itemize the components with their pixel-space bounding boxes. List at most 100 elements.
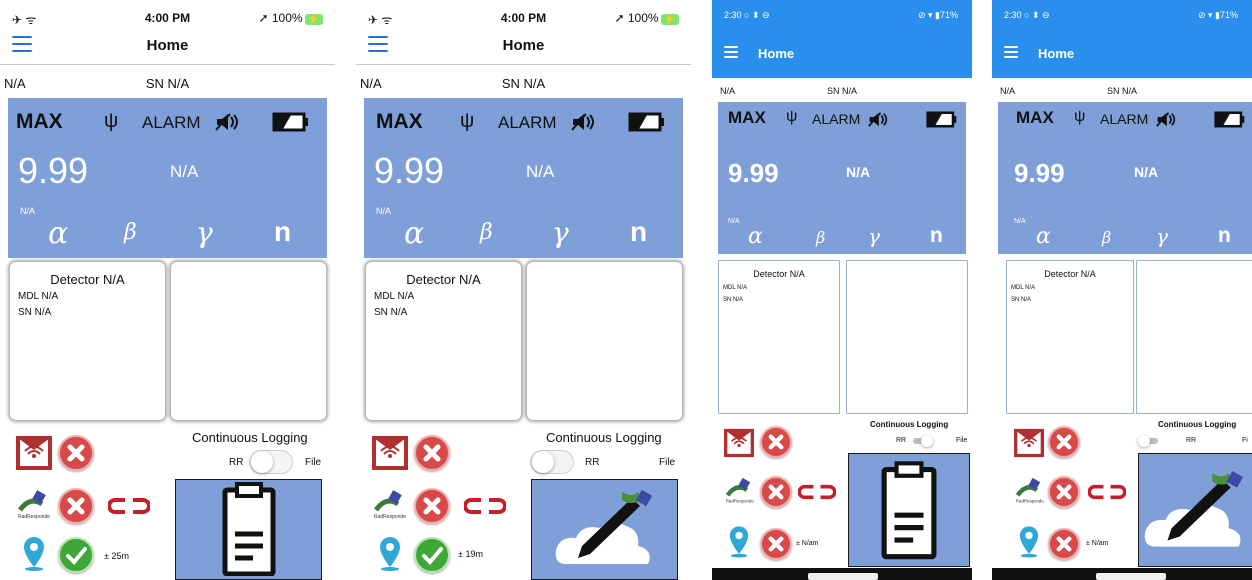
rate-label: N/A [20,206,36,216]
gps-accuracy: ± N/am [1086,540,1109,547]
wifi-pin-icon[interactable] [372,436,408,470]
alarm-label: ALARM [498,113,557,132]
alpha-button[interactable]: α [48,216,68,251]
action-button[interactable] [531,479,678,580]
wifi-pin-icon[interactable] [1014,428,1044,458]
alpha-button[interactable]: α [1036,224,1051,249]
neutron-button[interactable]: n [274,216,291,248]
action-button[interactable] [1138,453,1252,567]
detector-mdl: MDL N/A [18,291,59,302]
detector-card-empty[interactable] [527,262,682,420]
beta-button[interactable]: β [480,220,493,245]
error-icon-3[interactable] [1048,528,1080,560]
neutron-button[interactable]: n [630,216,647,248]
location-pin-icon[interactable] [378,535,402,571]
gps-accuracy: ± 25m [104,551,129,561]
neutron-button[interactable]: n [1218,224,1231,248]
alarm-label: ALARM [812,111,861,127]
neutron-button[interactable]: n [930,224,943,248]
error-icon[interactable] [760,426,792,458]
readings-panel[interactable]: MAX ψ ALARM 9.99 N/A N/A α β γ n [8,98,327,258]
error-icon-2[interactable] [1048,476,1080,508]
detector-title: Detector N/A [406,272,481,287]
svg-text:RadResponder: RadResponder [374,514,406,520]
logging-toggle[interactable] [913,435,933,447]
link-icon [108,498,150,514]
menu-icon[interactable] [724,46,738,62]
device-serial: SN N/A [826,86,857,96]
app-bar: 2:30 ○ ⬍ ⊖ ⊘ ▾ ▮71% Home [712,0,972,78]
menu-icon[interactable] [1004,46,1018,62]
readings-panel[interactable]: MAX ψ ALARM 9.99 N/A N/A α β γ n [718,102,966,254]
battery-charging-icon: ⚡ [304,14,323,25]
dose-reading: 9.99 [1014,158,1065,188]
detector-card[interactable]: Detector N/A MDL N/A SN N/A [718,260,840,414]
action-button[interactable] [175,479,322,580]
toggle-left-label: RR [585,457,600,468]
gamma-button[interactable]: γ [868,224,880,248]
speaker-mute-icon[interactable] [1156,111,1176,128]
cloud-pencil-icon [555,489,653,564]
gps-accuracy: ± 19m [458,549,483,559]
speaker-mute-icon[interactable] [571,112,595,132]
max-label: MAX [728,108,766,127]
satellite-icon[interactable]: RadResponder [372,488,406,520]
beta-button[interactable]: β [1102,228,1111,247]
logging-toggle[interactable] [249,450,293,474]
satellite-icon[interactable]: RadResponder [724,476,754,504]
alpha-button[interactable]: α [404,216,424,251]
detector-sn: SN N/A [723,297,744,303]
logging-toggle[interactable] [530,450,574,474]
error-icon[interactable] [58,435,94,471]
detector-title: Detector N/A [753,269,805,279]
speaker-mute-icon[interactable] [868,111,888,128]
detector-card-empty[interactable] [171,262,326,420]
error-icon-2[interactable] [58,488,94,524]
detector-title: Detector N/A [1044,269,1096,279]
beta-button[interactable]: β [816,228,825,247]
detector-sn: SN N/A [374,307,408,318]
alarm-label: ALARM [1100,111,1149,127]
readings-panel[interactable]: MAX ψ ALARM 9.99 N/A N/A α β γ n [998,102,1252,254]
satellite-icon[interactable]: RadResponder [1014,476,1044,504]
link-icon [798,484,836,500]
detector-card[interactable]: Detector N/A MDL N/A SN N/A [366,262,521,420]
detector-card-empty[interactable] [1136,260,1252,414]
gamma-button[interactable]: γ [196,216,213,249]
detector-card[interactable]: Detector N/A MDL N/A SN N/A [1006,260,1134,414]
beta-button[interactable]: β [124,220,137,245]
device-serial: SN N/A [145,76,190,91]
page-title: Home [1038,46,1075,61]
readings-panel[interactable]: MAX ψ ALARM 9.99 N/A N/A α β γ n [364,98,683,258]
detector-card[interactable]: Detector N/A MDL N/A SN N/A [10,262,165,420]
svg-text:RadResponder: RadResponder [1016,498,1044,503]
wifi-pin-icon[interactable] [724,428,754,458]
error-icon[interactable] [1048,426,1080,458]
location-pin-icon[interactable] [728,524,750,558]
detector-card-empty[interactable] [846,260,968,414]
status-right: ⊘ ▾ ▮71% [1197,10,1238,20]
satellite-icon[interactable]: RadResponder [16,488,50,520]
error-icon-3[interactable] [760,528,792,560]
rate-label: N/A [1014,218,1026,225]
alpha-button[interactable]: α [748,224,763,249]
action-button[interactable] [848,453,970,567]
location-pin-icon[interactable] [22,535,46,571]
gamma-button[interactable]: γ [552,216,569,249]
wifi-pin-icon[interactable] [16,436,52,470]
rate-label: N/A [728,218,740,225]
system-nav-bar [992,568,1252,580]
error-icon[interactable] [414,435,450,471]
location-pin-icon[interactable] [1018,524,1040,558]
link-icon [464,498,506,514]
error-icon-2[interactable] [414,488,450,524]
error-icon-2[interactable] [760,476,792,508]
max-label: MAX [376,110,423,133]
gamma-button[interactable]: γ [1156,224,1168,248]
detector-title: Detector N/A [50,272,125,287]
speaker-mute-icon[interactable] [215,112,239,132]
toggle-left-label: RR [1186,437,1197,444]
clipboard-icon [222,482,276,576]
logging-toggle[interactable] [1138,435,1158,447]
svg-text:RadResponder: RadResponder [18,514,50,520]
